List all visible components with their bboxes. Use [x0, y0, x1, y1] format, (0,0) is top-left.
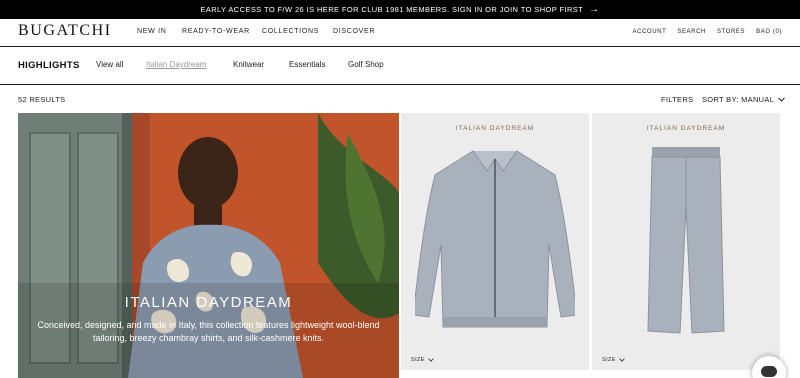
- chat-icon: [761, 366, 777, 377]
- account-link[interactable]: ACCOUNT: [632, 29, 666, 35]
- brand-logo[interactable]: BUGATCHI: [18, 22, 112, 40]
- subnav-item-knitwear[interactable]: Knitwear: [233, 60, 264, 69]
- product-collection-tag: ITALIAN DAYDREAM: [455, 125, 535, 132]
- hero-banner[interactable]: ITALIAN DAYDREAM Conceived, designed, an…: [18, 113, 399, 378]
- subnav-item-view-all[interactable]: View all: [96, 60, 123, 69]
- product-image-trousers: [647, 147, 725, 334]
- sort-dropdown[interactable]: SORT BY: MANUAL: [702, 95, 786, 104]
- hero-title: ITALIAN DAYDREAM: [124, 294, 293, 311]
- size-label: SIZE: [411, 357, 425, 363]
- chevron-down-icon: [778, 97, 786, 102]
- chat-button[interactable]: [752, 356, 786, 378]
- arrow-right-icon[interactable]: →: [589, 4, 599, 15]
- announcement-text[interactable]: EARLY ACCESS TO F/W 26 IS HERE FOR CLUB …: [200, 5, 583, 14]
- utility-nav: ACCOUNT SEARCH STORES BAG (0): [632, 29, 782, 35]
- nav-ready-to-wear[interactable]: READY-TO-WEAR: [182, 28, 250, 35]
- product-collection-tag: ITALIAN DAYDREAM: [646, 125, 726, 132]
- nav-new-in[interactable]: NEW IN: [137, 28, 166, 35]
- chevron-down-icon: [428, 358, 434, 362]
- bag-link[interactable]: BAG (0): [756, 29, 782, 35]
- subnav-item-golf-shop[interactable]: Golf Shop: [348, 60, 384, 69]
- search-link[interactable]: SEARCH: [677, 29, 706, 35]
- sort-label: SORT BY: MANUAL: [702, 95, 775, 104]
- hero-subtitle: Conceived, designed, and made in Italy, …: [37, 320, 380, 343]
- filters-button[interactable]: FILTERS: [661, 95, 693, 104]
- chevron-down-icon: [619, 358, 625, 362]
- category-subnav: HIGHLIGHTS View all Italian Daydream Kni…: [0, 47, 800, 85]
- nav-collections[interactable]: COLLECTIONS: [262, 28, 319, 35]
- results-count: 52 RESULTS: [18, 95, 66, 104]
- site-header: BUGATCHI NEW IN READY-TO-WEAR COLLECTION…: [0, 19, 800, 47]
- subnav-item-essentials[interactable]: Essentials: [289, 60, 325, 69]
- size-selector[interactable]: SIZE: [411, 357, 434, 363]
- product-image-jacket: [415, 150, 575, 328]
- subnav-item-italian-daydream[interactable]: Italian Daydream: [146, 60, 206, 69]
- size-selector[interactable]: SIZE: [602, 357, 625, 363]
- nav-discover[interactable]: DISCOVER: [333, 28, 375, 35]
- size-label: SIZE: [602, 357, 616, 363]
- product-card[interactable]: ITALIAN DAYDREAM SIZE: [401, 113, 589, 370]
- subnav-title: HIGHLIGHTS: [18, 60, 80, 71]
- stores-link[interactable]: STORES: [717, 29, 745, 35]
- product-card[interactable]: ITALIAN DAYDREAM SIZE: [592, 113, 780, 370]
- announcement-bar[interactable]: EARLY ACCESS TO F/W 26 IS HERE FOR CLUB …: [0, 0, 800, 19]
